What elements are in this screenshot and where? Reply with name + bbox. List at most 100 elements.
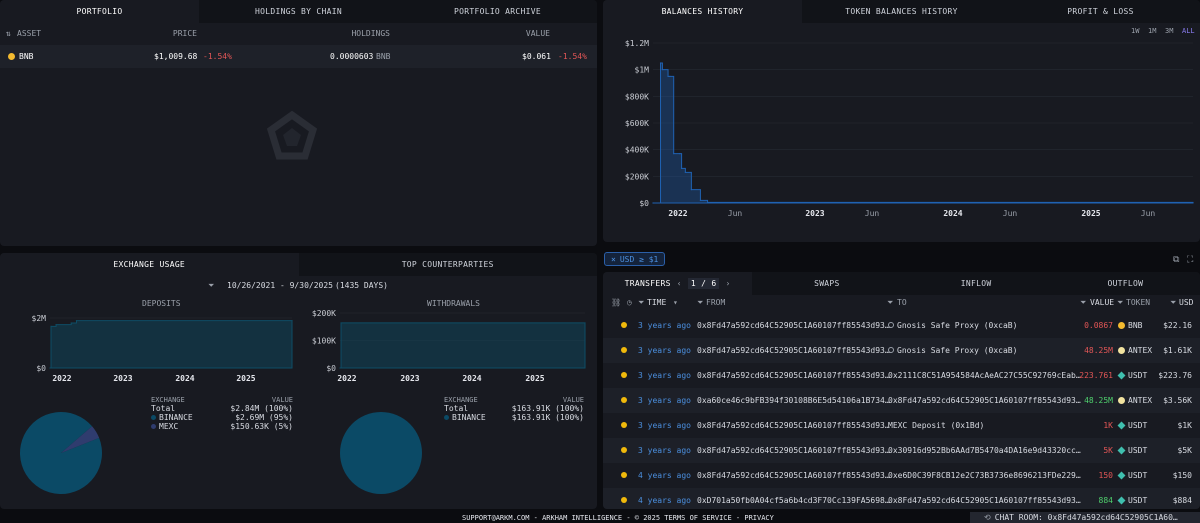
expand-icon[interactable]: ⛶ <box>1187 255 1193 265</box>
table-row[interactable]: 3 years ago 0x8Fd47a592cd64C52905C1A6010… <box>603 363 1200 388</box>
withdrawals-chart: $0 $100K $200K 2022 2023 2024 2025 <box>312 309 586 383</box>
col-to[interactable]: TO <box>897 298 907 307</box>
filter-usd-icon[interactable]: ⏷ <box>1170 298 1176 308</box>
row-time[interactable]: 3 years ago <box>638 446 691 455</box>
row-to[interactable]: 0x2111C8C51A954584AcAeAC27C55C92769cEab… <box>888 371 1081 380</box>
row-to[interactable]: 0x8Fd47a592cd64C52905C1A60107ff85543d93… <box>888 396 1081 405</box>
row-token[interactable]: ANTEX <box>1128 396 1152 405</box>
portfolio-row[interactable]: BNB $1,009.68 -1.54% 0.0000603 BNB $0.06… <box>0 45 597 68</box>
range-1w[interactable]: 1W <box>1131 27 1139 35</box>
tab-portfolio-archive[interactable]: PORTFOLIO ARCHIVE <box>398 0 597 23</box>
tab-holdings-by-chain[interactable]: HOLDINGS BY CHAIN <box>199 0 398 23</box>
filter-value-icon[interactable]: ⏷ <box>1080 298 1086 308</box>
tab-swaps[interactable]: SWAPS <box>752 272 901 295</box>
row-token[interactable]: ANTEX <box>1128 346 1152 355</box>
value-change: -1.54% <box>558 52 587 61</box>
tab-token-balances-history[interactable]: TOKEN BALANCES HISTORY <box>802 0 1001 23</box>
filter-token-icon[interactable]: ⏷ <box>1117 298 1123 308</box>
row-from[interactable]: 0x8Fd47a592cd64C52905C1A60107ff85543d93… <box>697 371 890 380</box>
close-icon[interactable]: × <box>611 255 616 264</box>
row-to[interactable]: MEXC Deposit (0x1Bd) <box>888 421 984 430</box>
row-to[interactable]: Gnosis Safe Proxy (0xcaB) <box>897 346 1017 355</box>
x-tick-label: 2022 <box>52 374 71 383</box>
row-time[interactable]: 3 years ago <box>638 421 691 430</box>
tab-portfolio[interactable]: PORTFOLIO <box>0 0 199 23</box>
tab-inflow[interactable]: INFLOW <box>902 272 1051 295</box>
pie-slice[interactable] <box>340 412 422 494</box>
tab-top-counterparties[interactable]: TOP COUNTERPARTIES <box>299 253 598 276</box>
tab-profit-loss[interactable]: PROFIT & LOSS <box>1001 0 1200 23</box>
row-time[interactable]: 3 years ago <box>638 371 691 380</box>
row-from[interactable]: 0x8Fd47a592cd64C52905C1A60107ff85543d93… <box>697 346 890 355</box>
row-to[interactable]: 0xe6D0C39F8CB12e2C73B3736e8696213FDe229… <box>888 471 1081 480</box>
row-to[interactable]: 0x30916d952Bb6AAd7B5470a4DA16e9d43320cc… <box>888 446 1081 455</box>
range-3m[interactable]: 3M <box>1165 27 1173 35</box>
row-time[interactable]: 3 years ago <box>638 321 691 330</box>
row-token[interactable]: BNB <box>1128 321 1142 330</box>
col-holdings[interactable]: HOLDINGS <box>351 29 390 38</box>
filter-time-icon[interactable]: ⏷ <box>638 298 644 308</box>
tab-exchange-usage[interactable]: EXCHANGE USAGE <box>0 253 299 276</box>
col-value[interactable]: VALUE <box>526 29 550 38</box>
link-icon[interactable]: ⛓ <box>611 298 621 307</box>
col-price[interactable]: PRICE <box>173 29 197 38</box>
row-time[interactable]: 3 years ago <box>638 346 691 355</box>
sort-icon[interactable]: ⇅ <box>6 29 11 38</box>
tab-balances-history[interactable]: BALANCES HISTORY <box>603 0 802 23</box>
row-from[interactable]: 0xa60ce46c9bFB394f30108B6E5d54106a1B734… <box>697 396 890 405</box>
legend-mexc-swatch <box>151 424 156 429</box>
table-row[interactable]: 4 years ago 0x8Fd47a592cd64C52905C1A6010… <box>603 463 1200 488</box>
filter-from-icon[interactable]: ⏷ <box>697 298 703 308</box>
table-row[interactable]: 3 years ago 0x8Fd47a592cd64C52905C1A6010… <box>603 413 1200 438</box>
tab-outflow[interactable]: OUTFLOW <box>1051 272 1200 295</box>
table-row[interactable]: 4 years ago 0xD701a50fb0A04cf5a6b4cd3F70… <box>603 488 1200 509</box>
col-token[interactable]: TOKEN <box>1126 298 1150 307</box>
col-asset[interactable]: ASSET <box>17 29 41 38</box>
tab-transfers[interactable]: TRANSFERS ‹ 1 / 6 › <box>603 272 753 295</box>
row-token[interactable]: USDT <box>1128 371 1147 380</box>
table-row[interactable]: 3 years ago 0xa60ce46c9bFB394f30108B6E5d… <box>603 388 1200 413</box>
filter-to-icon[interactable]: ⏷ <box>887 298 893 308</box>
chat-room-bar[interactable]: ⟲ CHAT ROOM: 0x8Fd47a592cd64C52905C1A60… <box>970 512 1200 523</box>
table-row[interactable]: 3 years ago 0x8Fd47a592cd64C52905C1A6010… <box>603 438 1200 463</box>
data-point <box>667 75 669 77</box>
copy-icon[interactable]: ⧉ <box>1173 255 1179 265</box>
legend-binance-swatch <box>444 415 449 420</box>
range-1m[interactable]: 1M <box>1148 27 1156 35</box>
asset-name[interactable]: BNB <box>19 52 33 61</box>
data-point <box>340 322 342 324</box>
row-from[interactable]: 0x8Fd47a592cd64C52905C1A60107ff85543d93… <box>697 421 890 430</box>
row-time[interactable]: 3 years ago <box>638 396 691 405</box>
transfers-panel: TRANSFERS ‹ 1 / 6 › SWAPS INFLOW OUTFLOW… <box>603 272 1200 509</box>
sort-desc-icon[interactable]: ▾ <box>673 298 678 307</box>
row-token[interactable]: USDT <box>1128 496 1147 505</box>
next-page-icon[interactable]: › <box>725 279 730 288</box>
row-token[interactable]: USDT <box>1128 421 1147 430</box>
prev-page-icon[interactable]: ‹ <box>677 279 682 288</box>
holdings-amount: 0.0000603 <box>330 52 374 61</box>
col-from[interactable]: FROM <box>706 298 725 307</box>
table-row[interactable]: 3 years ago 0x8Fd47a592cd64C52905C1A6010… <box>603 338 1200 363</box>
row-to[interactable]: Gnosis Safe Proxy (0xcaB) <box>897 321 1017 330</box>
filter-icon[interactable]: ⏷ <box>208 281 214 291</box>
pie-slice[interactable] <box>19 412 102 494</box>
footer-text[interactable]: SUPPORT@ARKM.COM - ARKHAM INTELLIGENCE -… <box>462 514 774 522</box>
usd-filter-chip[interactable]: × USD ≥ $1 <box>604 252 666 266</box>
col-usd[interactable]: USD <box>1179 298 1193 307</box>
row-from[interactable]: 0x8Fd47a592cd64C52905C1A60107ff85543d93… <box>697 446 890 455</box>
row-from[interactable]: 0x8Fd47a592cd64C52905C1A60107ff85543d93… <box>697 471 890 480</box>
row-from[interactable]: 0xD701a50fb0A04cf5a6b4cd3F70Cc139FA5698… <box>697 496 890 505</box>
row-token[interactable]: USDT <box>1128 471 1147 480</box>
row-from[interactable]: 0x8Fd47a592cd64C52905C1A60107ff85543d93… <box>697 321 890 330</box>
row-time[interactable]: 4 years ago <box>638 471 691 480</box>
row-token[interactable]: USDT <box>1128 446 1147 455</box>
clock-icon[interactable]: ◷ <box>627 298 632 307</box>
row-time[interactable]: 4 years ago <box>638 496 691 505</box>
col-value[interactable]: VALUE <box>1090 298 1114 307</box>
data-point <box>291 320 293 322</box>
table-row[interactable]: 3 years ago 0x8Fd47a592cd64C52905C1A6010… <box>603 313 1200 338</box>
range-all[interactable]: ALL <box>1182 27 1195 35</box>
col-time[interactable]: TIME <box>647 298 666 307</box>
row-to[interactable]: 0x8Fd47a592cd64C52905C1A60107ff85543d93… <box>888 496 1081 505</box>
date-range[interactable]: 10/26/2021 - 9/30/2025 <box>227 281 333 290</box>
